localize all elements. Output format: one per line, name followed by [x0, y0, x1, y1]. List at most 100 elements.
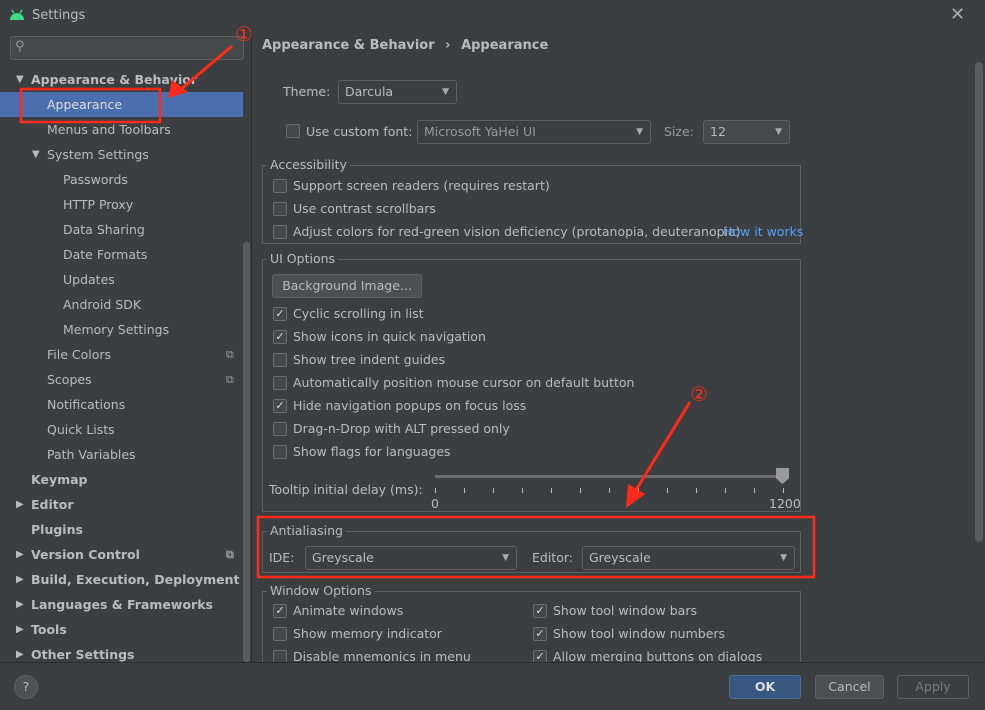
expand-down-icon[interactable]: ▼	[32, 142, 40, 167]
sidebar-item[interactable]: Quick Lists	[0, 417, 243, 442]
sidebar-item[interactable]: Memory Settings	[0, 317, 243, 342]
sidebar-item[interactable]: ▶ Languages & Frameworks	[0, 592, 243, 617]
sidebar-item[interactable]: Notifications	[0, 392, 243, 417]
sidebar-item-label: Plugins	[31, 522, 83, 537]
sidebar: ⚲ ▼ Appearance & Behavior Appearance Menus …	[0, 32, 252, 662]
expand-right-icon[interactable]: ▶	[16, 642, 24, 662]
ide-label: IDE:	[269, 550, 295, 565]
sidebar-item[interactable]: Updates	[0, 267, 243, 292]
ok-button[interactable]: OK	[729, 675, 801, 699]
annotation-number-two: ②	[690, 382, 708, 406]
sidebar-item[interactable]: ▶ Editor	[0, 492, 243, 517]
checkbox-label: Support screen readers (requires restart…	[293, 178, 550, 193]
sidebar-item[interactable]: ▼ Appearance & Behavior	[0, 67, 243, 92]
search-input[interactable]: ⚲	[10, 36, 244, 60]
size-combobox[interactable]: 12 ▼	[703, 120, 790, 144]
sidebar-item[interactable]: ▶ Tools	[0, 617, 243, 642]
antialiasing-group: Antialiasing IDE: Greyscale ▼ Editor: Gre…	[262, 523, 801, 573]
help-button[interactable]: ?	[14, 675, 38, 699]
main-scrollbar[interactable]	[975, 62, 983, 542]
checkbox[interactable]	[273, 353, 287, 367]
sidebar-item[interactable]: Android SDK	[0, 292, 243, 317]
checkbox[interactable]	[273, 179, 287, 193]
annotation-number-one: ①	[235, 22, 253, 46]
checkbox[interactable]	[273, 445, 287, 459]
slider-max-label: 1200	[769, 496, 801, 511]
close-button[interactable]: ✕	[950, 4, 965, 25]
editor-antialiasing-dropdown[interactable]: Greyscale ▼	[582, 546, 795, 570]
sidebar-item-label: Date Formats	[63, 247, 148, 262]
apply-button[interactable]: Apply	[897, 675, 969, 699]
sidebar-item[interactable]: Plugins	[0, 517, 243, 542]
expand-down-icon[interactable]: ▼	[16, 67, 24, 92]
checkbox-label: Animate windows	[293, 603, 404, 618]
tooltip-delay-slider[interactable]	[435, 475, 783, 478]
how-it-works-link[interactable]: How it works	[723, 224, 803, 239]
sidebar-item[interactable]: Appearance	[0, 92, 243, 117]
expand-right-icon[interactable]: ▶	[16, 617, 24, 642]
group-title: UI Options	[267, 251, 339, 267]
checkbox[interactable]: ✓	[273, 307, 287, 321]
sidebar-item[interactable]: File Colors ⧉	[0, 342, 243, 367]
slider-tick	[464, 488, 465, 493]
font-dropdown[interactable]: Microsoft YaHei UI ▼	[417, 120, 651, 144]
expand-right-icon[interactable]: ▶	[16, 592, 24, 617]
background-image-button[interactable]: Background Image...	[272, 274, 422, 298]
sidebar-item[interactable]: Keymap	[0, 467, 243, 492]
checkbox[interactable]	[273, 650, 287, 662]
copy-icon: ⧉	[226, 373, 234, 386]
title-bar: Settings ✕	[0, 0, 985, 32]
slider-tick	[522, 488, 523, 493]
checkbox[interactable]: ✓	[273, 399, 287, 413]
checkbox[interactable]	[273, 422, 287, 436]
ui-options-group: UI Options Background Image... ✓ Cyclic s…	[262, 251, 801, 512]
checkbox[interactable]	[273, 202, 287, 216]
checkbox[interactable]: ✓	[533, 627, 547, 641]
sidebar-item[interactable]: Menus and Toolbars	[0, 117, 243, 142]
custom-font-checkbox[interactable]	[286, 124, 300, 138]
sidebar-item[interactable]: ▶ Other Settings	[0, 642, 243, 662]
checkbox[interactable]: ✓	[533, 650, 547, 662]
breadcrumb-item[interactable]: Appearance & Behavior	[262, 38, 435, 53]
window-options-group: Window Options ✓ Animate windows Show memo…	[262, 583, 801, 662]
sidebar-item[interactable]: Scopes ⧉	[0, 367, 243, 392]
sidebar-scrollbar[interactable]	[243, 242, 250, 662]
sidebar-item-label: Data Sharing	[63, 222, 145, 237]
sidebar-item[interactable]: ▼ System Settings	[0, 142, 243, 167]
sidebar-item[interactable]: Data Sharing	[0, 217, 243, 242]
sidebar-item[interactable]: Path Variables	[0, 442, 243, 467]
sidebar-item[interactable]: Passwords	[0, 167, 243, 192]
copy-icon: ⧉	[226, 348, 234, 361]
cancel-button[interactable]: Cancel	[815, 675, 884, 699]
checkbox-label: Show tree indent guides	[293, 352, 446, 367]
checkbox[interactable]: ✓	[273, 330, 287, 344]
checkbox[interactable]	[273, 376, 287, 390]
sidebar-item-label: Languages & Frameworks	[31, 597, 213, 612]
sidebar-item[interactable]: Date Formats	[0, 242, 243, 267]
checkbox-label: Drag-n-Drop with ALT pressed only	[293, 421, 510, 436]
expand-right-icon[interactable]: ▶	[16, 542, 24, 567]
checkbox-label: Show tool window bars	[553, 603, 697, 618]
sidebar-item[interactable]: ▶ Build, Execution, Deployment	[0, 567, 243, 592]
checkbox[interactable]	[273, 627, 287, 641]
ide-antialiasing-dropdown[interactable]: Greyscale ▼	[305, 546, 517, 570]
editor-label: Editor:	[532, 550, 573, 565]
checkbox[interactable]: ✓	[533, 604, 547, 618]
size-value: 12	[710, 124, 726, 139]
slider-tick	[725, 488, 726, 493]
slider-tick	[609, 488, 610, 493]
group-title: Antialiasing	[267, 523, 346, 539]
expand-right-icon[interactable]: ▶	[16, 492, 24, 517]
checkbox-label: Allow merging buttons on dialogs	[553, 649, 763, 662]
slider-tick	[696, 488, 697, 493]
checkbox[interactable]: ✓	[273, 604, 287, 618]
chevron-down-icon: ▼	[780, 553, 787, 563]
slider-thumb[interactable]	[776, 468, 789, 484]
sidebar-item[interactable]: HTTP Proxy	[0, 192, 243, 217]
sidebar-item-label: Other Settings	[31, 647, 135, 662]
checkbox[interactable]	[273, 225, 287, 239]
expand-right-icon[interactable]: ▶	[16, 567, 24, 592]
sidebar-item[interactable]: ▶ Version Control ⧉	[0, 542, 243, 567]
font-value: Microsoft YaHei UI	[424, 124, 536, 139]
theme-dropdown[interactable]: Darcula ▼	[338, 80, 457, 104]
